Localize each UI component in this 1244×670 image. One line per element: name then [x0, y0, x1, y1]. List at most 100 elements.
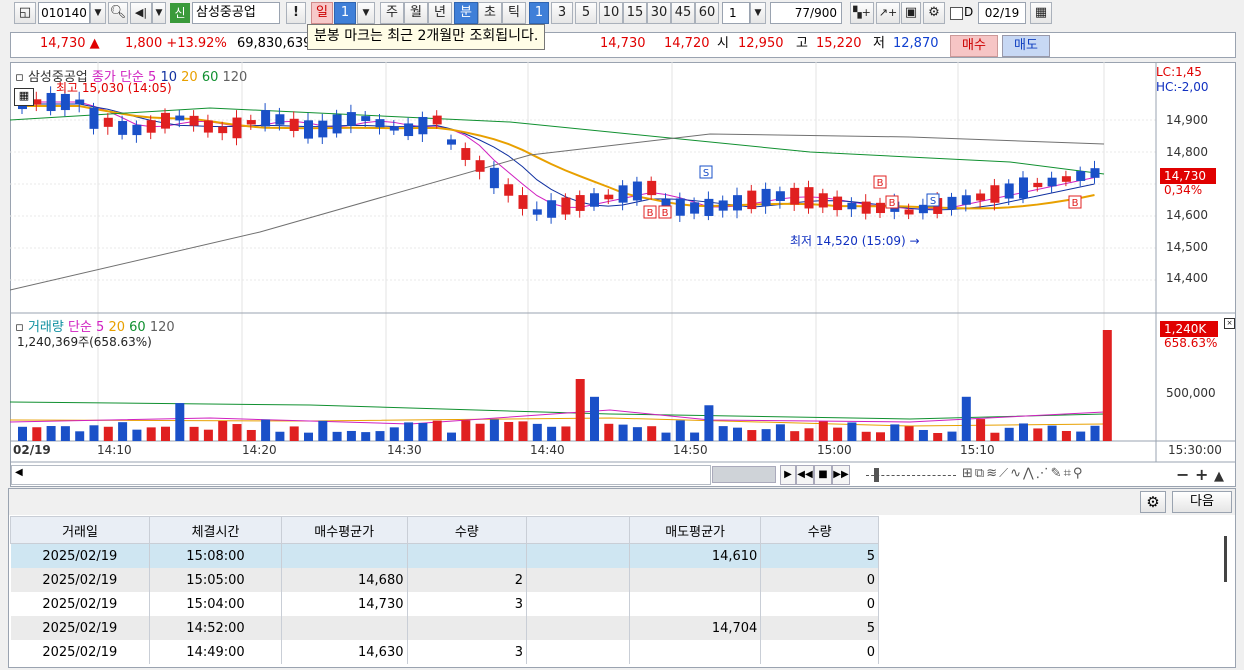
stop-icon[interactable]: ■	[814, 465, 832, 485]
cell-date: 2025/02/19	[10, 640, 151, 664]
interval-dropdown-icon[interactable]: ▼	[750, 2, 766, 24]
period-day-button[interactable]: 일	[311, 2, 333, 24]
volume-ma-lines	[10, 401, 1105, 427]
volume-bar	[304, 432, 313, 441]
volume-bar	[918, 429, 928, 441]
current-price: 14,730 ▲	[40, 36, 100, 51]
close-icon[interactable]: ×	[1224, 318, 1235, 329]
fibo-icon[interactable]: ∿	[1010, 466, 1023, 481]
volume-bar	[489, 419, 499, 441]
window-split-icon[interactable]: ⧉	[975, 466, 986, 481]
step-forward-icon[interactable]: ▶	[780, 465, 796, 485]
alert-button[interactable]: !	[286, 2, 306, 24]
scroll-left-icon[interactable]: ◀	[15, 467, 23, 478]
minute-60[interactable]: 60	[695, 2, 719, 24]
candle-body	[1019, 177, 1028, 199]
zoom-slider-handle[interactable]	[874, 468, 879, 482]
zoom-icon[interactable]: ⚲	[1073, 466, 1085, 481]
tab-week[interactable]: 주	[380, 2, 404, 24]
volume-bar	[461, 420, 471, 441]
trendline-icon[interactable]: ⟋	[999, 466, 1010, 481]
buy-button[interactable]: 매수	[950, 35, 998, 57]
candle-body	[432, 115, 442, 125]
volume-bar	[32, 427, 42, 441]
scroll-thumb[interactable]	[712, 466, 776, 483]
date-input[interactable]: 02/19	[978, 2, 1026, 24]
zoom-buttons: − + ▲	[1176, 465, 1224, 484]
tab-minute[interactable]: 분	[454, 2, 478, 24]
volume-bar	[432, 420, 442, 441]
volume-ma-120[interactable]: 120	[150, 320, 175, 335]
rewind-icon[interactable]: ◀◀	[796, 465, 814, 485]
table-row[interactable]: 2025/02/19 14:49:00 14,630 3 0	[10, 640, 879, 664]
date-checkbox[interactable]	[950, 7, 963, 20]
candle-body	[1090, 168, 1100, 178]
minute-3[interactable]: 3	[551, 2, 573, 24]
candle-body	[561, 197, 571, 215]
expand-icon[interactable]: ▲	[1214, 469, 1224, 484]
minute-10[interactable]: 10	[599, 2, 623, 24]
zoom-in-icon[interactable]: +	[1195, 465, 1208, 484]
cell-blank	[526, 568, 630, 592]
search-icon[interactable]: 🔍︎	[108, 2, 128, 24]
candle-body	[690, 202, 700, 214]
pen-icon[interactable]: ✎	[1051, 466, 1064, 481]
period-dropdown-icon[interactable]: ▼	[357, 2, 375, 24]
legend-ma-120[interactable]: 120	[223, 70, 248, 85]
minute-5[interactable]: 5	[575, 2, 597, 24]
cell-sell-qty: 0	[760, 640, 879, 664]
hc-label: HC:-2,00	[1156, 80, 1209, 94]
candle-body	[246, 120, 256, 125]
tab-tick[interactable]: 틱	[502, 2, 526, 24]
chart-type-icon[interactable]: ≋	[986, 466, 999, 481]
compare-chart-icon[interactable]: ⌗	[1064, 466, 1073, 481]
gear-icon[interactable]: ⚙	[923, 2, 945, 24]
volume-bar	[475, 423, 485, 441]
volume-bar	[547, 426, 557, 441]
tab-year[interactable]: 년	[428, 2, 452, 24]
table-row[interactable]: 2025/02/19 14:52:00 14,704 5	[10, 616, 879, 640]
layout-icon[interactable]: ⊞	[962, 466, 975, 481]
candle-body	[489, 167, 499, 189]
window-icon[interactable]: ◱	[14, 2, 36, 24]
company-name[interactable]: 삼성중공업	[192, 2, 280, 24]
sell-button[interactable]: 매도	[1002, 35, 1050, 57]
volume-ma60	[10, 401, 1105, 420]
tab-second[interactable]: 초	[478, 2, 502, 24]
next-button[interactable]: 다음	[1172, 491, 1232, 513]
cell-buy-qty: 2	[407, 568, 528, 592]
code-dropdown-icon[interactable]: ▼	[90, 2, 106, 24]
minute-1[interactable]: 1	[529, 2, 549, 24]
stock-code-input[interactable]: 010140	[38, 2, 90, 24]
interval-input[interactable]: 1	[722, 2, 750, 24]
data-counter[interactable]: 77/900	[770, 2, 842, 24]
pattern-icon[interactable]: ⋰	[1036, 466, 1051, 481]
legend-ma-20[interactable]: 20	[181, 70, 198, 85]
table-row[interactable]: 2025/02/19 15:04:00 14,730 3 0	[10, 592, 879, 616]
chart-scrollbar[interactable]: ◀	[11, 465, 711, 485]
compare-icon[interactable]: ▚+	[850, 2, 874, 24]
legend-ma-60[interactable]: 60	[202, 70, 219, 85]
zoom-slider[interactable]	[866, 475, 956, 477]
zoom-out-icon[interactable]: −	[1176, 465, 1189, 484]
candle-body	[1047, 177, 1057, 187]
grid-toggle-icon[interactable]: ▦	[14, 88, 34, 106]
period-number[interactable]: 1	[334, 2, 356, 24]
speaker-dropdown-icon[interactable]: ▼	[152, 2, 166, 24]
wave-icon[interactable]: ⋀	[1023, 466, 1036, 481]
table-scrollbar-thumb[interactable]	[1224, 536, 1227, 582]
table-row[interactable]: 2025/02/19 15:05:00 14,680 2 0	[10, 568, 879, 592]
table-row[interactable]: 2025/02/19 15:08:00 14,610 5	[10, 543, 879, 568]
cell-blank	[526, 592, 630, 616]
minute-15[interactable]: 15	[623, 2, 647, 24]
fast-forward-icon[interactable]: ▶▶	[832, 465, 850, 485]
volume-bar	[418, 422, 428, 441]
minute-45[interactable]: 45	[671, 2, 695, 24]
minute-30[interactable]: 30	[647, 2, 671, 24]
speaker-icon[interactable]: ◀|	[130, 2, 152, 24]
settings-gear-icon[interactable]: ⚙	[1140, 491, 1166, 513]
save-icon[interactable]: ▣	[901, 2, 921, 24]
add-indicator-icon[interactable]: ↗+	[876, 2, 900, 24]
calendar-icon[interactable]: ▦	[1030, 2, 1052, 24]
tab-month[interactable]: 월	[404, 2, 428, 24]
